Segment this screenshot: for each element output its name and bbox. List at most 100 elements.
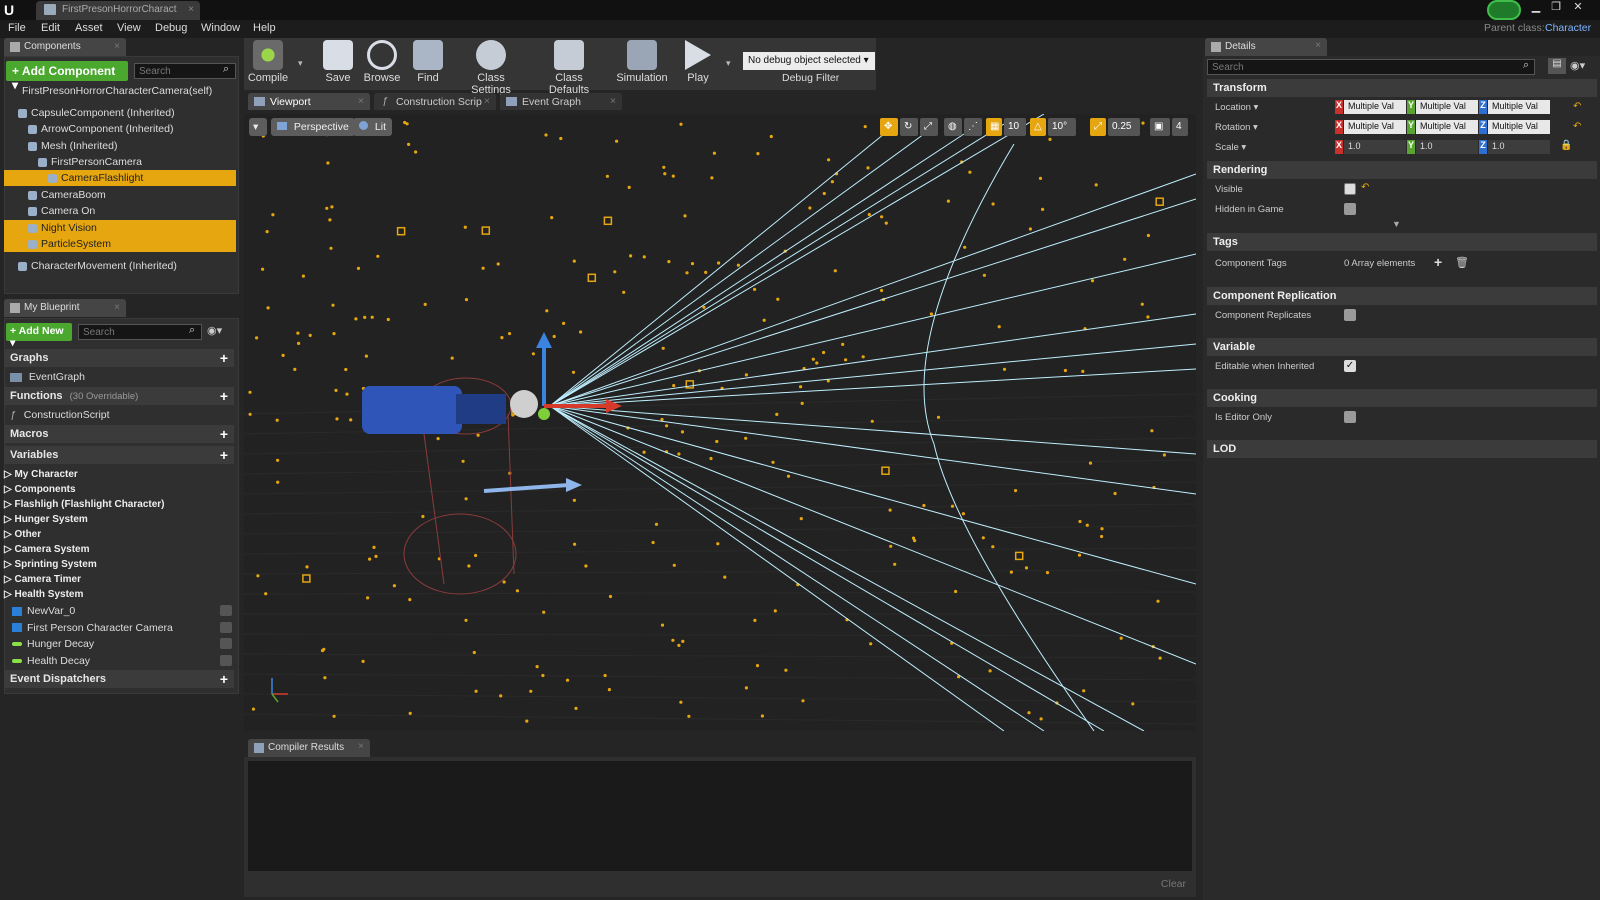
component-item[interactable]: FirstPersonCamera [4, 154, 236, 170]
tab-construction-script[interactable]: ƒ Construction Scrip × [374, 93, 496, 110]
cooking-header[interactable]: Cooking [1207, 389, 1597, 407]
is-editor-only-checkbox[interactable] [1344, 411, 1356, 423]
visible-checkbox[interactable] [1344, 183, 1356, 195]
menu-view[interactable]: View [117, 22, 141, 34]
parent-class-link[interactable]: Character [1545, 22, 1591, 34]
functions-header[interactable]: Functions (30 Overridable) + [4, 387, 234, 405]
add-graph-icon[interactable]: + [220, 350, 228, 366]
variable-header[interactable]: Variable [1207, 338, 1597, 356]
details-tab[interactable]: Details × [1205, 38, 1327, 56]
close-tab-icon[interactable]: × [358, 741, 364, 752]
eventgraph-item[interactable]: EventGraph [10, 369, 85, 385]
maximize-icon[interactable]: ❐ [1546, 0, 1566, 14]
viewport-options-button[interactable]: ▾ [249, 118, 267, 136]
constructionscript-item[interactable]: ƒ ConstructionScript [10, 407, 110, 423]
add-component-button[interactable]: + Add Component ▾ [6, 61, 128, 92]
self-row[interactable]: FirstPresonHorrorCharacterCamera(self) [22, 83, 232, 99]
scale-snap-value[interactable]: 0.25 [1108, 118, 1140, 136]
debug-object-select[interactable]: No debug object selected ▾ [743, 52, 875, 70]
play-options-icon[interactable]: ▾ [726, 58, 731, 69]
add-macro-icon[interactable]: + [220, 426, 228, 442]
graphs-header[interactable]: Graphs + [4, 349, 234, 367]
variable-category[interactable]: ▷ Hunger System [4, 514, 88, 525]
vector-field-x[interactable]: Multiple Val [1344, 120, 1406, 134]
variable-category[interactable]: ▷ Camera System [4, 544, 90, 555]
simulation-button[interactable]: Simulation [614, 40, 670, 86]
component-replicates-checkbox[interactable] [1344, 309, 1356, 321]
menu-help[interactable]: Help [253, 22, 276, 34]
trash-icon[interactable]: 🗑 [1455, 256, 1469, 269]
compile-button[interactable]: Compile [246, 40, 290, 86]
scale-mode-icon[interactable]: ⤢ [920, 118, 938, 136]
add-dispatcher-icon[interactable]: + [220, 671, 228, 687]
lit-button[interactable]: Lit [353, 118, 393, 136]
transform-header[interactable]: Transform [1207, 79, 1597, 97]
components-search-input[interactable]: Search [134, 63, 236, 79]
close-window-icon[interactable]: ✕ [1568, 0, 1588, 14]
close-tab-icon[interactable]: × [358, 95, 364, 107]
scale-label[interactable]: Scale ▾ [1215, 142, 1246, 153]
vector-field-z[interactable]: Multiple Val [1488, 120, 1550, 134]
tab-viewport[interactable]: Viewport × [248, 93, 370, 110]
view-options-eye-icon[interactable]: ◉▾ [1570, 59, 1585, 72]
my-blueprint-tab[interactable]: My Blueprint × [4, 299, 126, 317]
vector-field-z[interactable]: 1.0 [1488, 140, 1550, 154]
class-defaults-button[interactable]: Class Defaults [534, 40, 604, 96]
world-local-icon[interactable]: ◍ [944, 118, 962, 136]
grid-snap-icon[interactable]: ▦ [986, 118, 1002, 136]
variable-category[interactable]: ▷ Camera Timer [4, 574, 81, 585]
rotate-mode-icon[interactable]: ↻ [900, 118, 918, 136]
component-item[interactable]: Camera On [4, 203, 236, 219]
expand-advanced-icon[interactable]: ▼ [1392, 219, 1401, 229]
minimize-icon[interactable]: ▁ [1526, 0, 1546, 14]
rendering-header[interactable]: Rendering [1207, 161, 1597, 179]
blueprint-search-input[interactable]: Search [78, 324, 202, 340]
source-control-icon[interactable] [1487, 0, 1521, 20]
editable-when-inherited-checkbox[interactable]: ✓ [1344, 360, 1356, 372]
visibility-toggle-icon[interactable] [220, 654, 232, 666]
menu-asset[interactable]: Asset [75, 22, 103, 34]
compile-options-icon[interactable]: ▾ [298, 58, 303, 69]
visibility-toggle-icon[interactable] [220, 605, 232, 616]
vector-field-y[interactable]: 1.0 [1416, 140, 1478, 154]
close-tab-icon[interactable]: × [484, 95, 490, 107]
close-tab-icon[interactable]: × [114, 302, 120, 313]
variables-header[interactable]: Variables + [4, 446, 234, 464]
vector-field-z[interactable]: Multiple Val [1488, 100, 1550, 114]
variable-category[interactable]: ▷ Other [4, 529, 41, 540]
vector-field-x[interactable]: Multiple Val [1344, 100, 1406, 114]
rotation-snap-value[interactable]: 10° [1048, 118, 1076, 136]
rotation-snap-icon[interactable]: △ [1030, 118, 1046, 136]
rotation-label[interactable]: Rotation ▾ [1215, 122, 1258, 133]
variable-category[interactable]: ▷ Components [4, 484, 76, 495]
event-dispatchers-header[interactable]: Event Dispatchers + [4, 670, 234, 688]
menu-edit[interactable]: Edit [41, 22, 60, 34]
lock-scale-icon[interactable]: 🔒 [1560, 140, 1572, 151]
component-replication-header[interactable]: Component Replication [1207, 287, 1597, 305]
hidden-in-game-checkbox[interactable] [1344, 203, 1356, 215]
clear-button[interactable]: Clear [1161, 878, 1186, 890]
component-item[interactable]: ArrowComponent (Inherited) [4, 121, 236, 137]
find-button[interactable]: Find [410, 40, 446, 86]
visibility-toggle-icon[interactable] [220, 621, 232, 633]
compiler-results-tab[interactable]: Compiler Results × [248, 739, 370, 757]
reset-rotation-icon[interactable]: ↶ [1573, 121, 1581, 132]
component-item[interactable]: Night Vision [4, 220, 236, 236]
menu-window[interactable]: Window [201, 22, 240, 34]
variable-item[interactable]: Health Decay [12, 654, 232, 667]
close-tab-icon[interactable]: × [188, 4, 194, 15]
components-tab[interactable]: Components × [4, 38, 126, 56]
vector-field-y[interactable]: Multiple Val [1416, 100, 1478, 114]
play-button[interactable]: Play [678, 40, 718, 86]
surface-snap-icon[interactable]: ⋰ [964, 118, 982, 136]
browse-button[interactable]: Browse [362, 40, 402, 86]
document-tab[interactable]: FirstPresonHorrorCharact × [36, 1, 200, 20]
menu-debug[interactable]: Debug [155, 22, 187, 34]
close-tab-icon[interactable]: × [114, 41, 120, 52]
save-button[interactable]: Save [320, 40, 356, 86]
component-item[interactable]: CameraFlashlight [4, 170, 236, 186]
class-settings-button[interactable]: Class Settings [456, 40, 526, 96]
variable-item[interactable]: Hunger Decay [12, 638, 232, 650]
grid-snap-value[interactable]: 10 [1004, 118, 1026, 136]
camera-speed-value[interactable]: 4 [1172, 118, 1188, 136]
